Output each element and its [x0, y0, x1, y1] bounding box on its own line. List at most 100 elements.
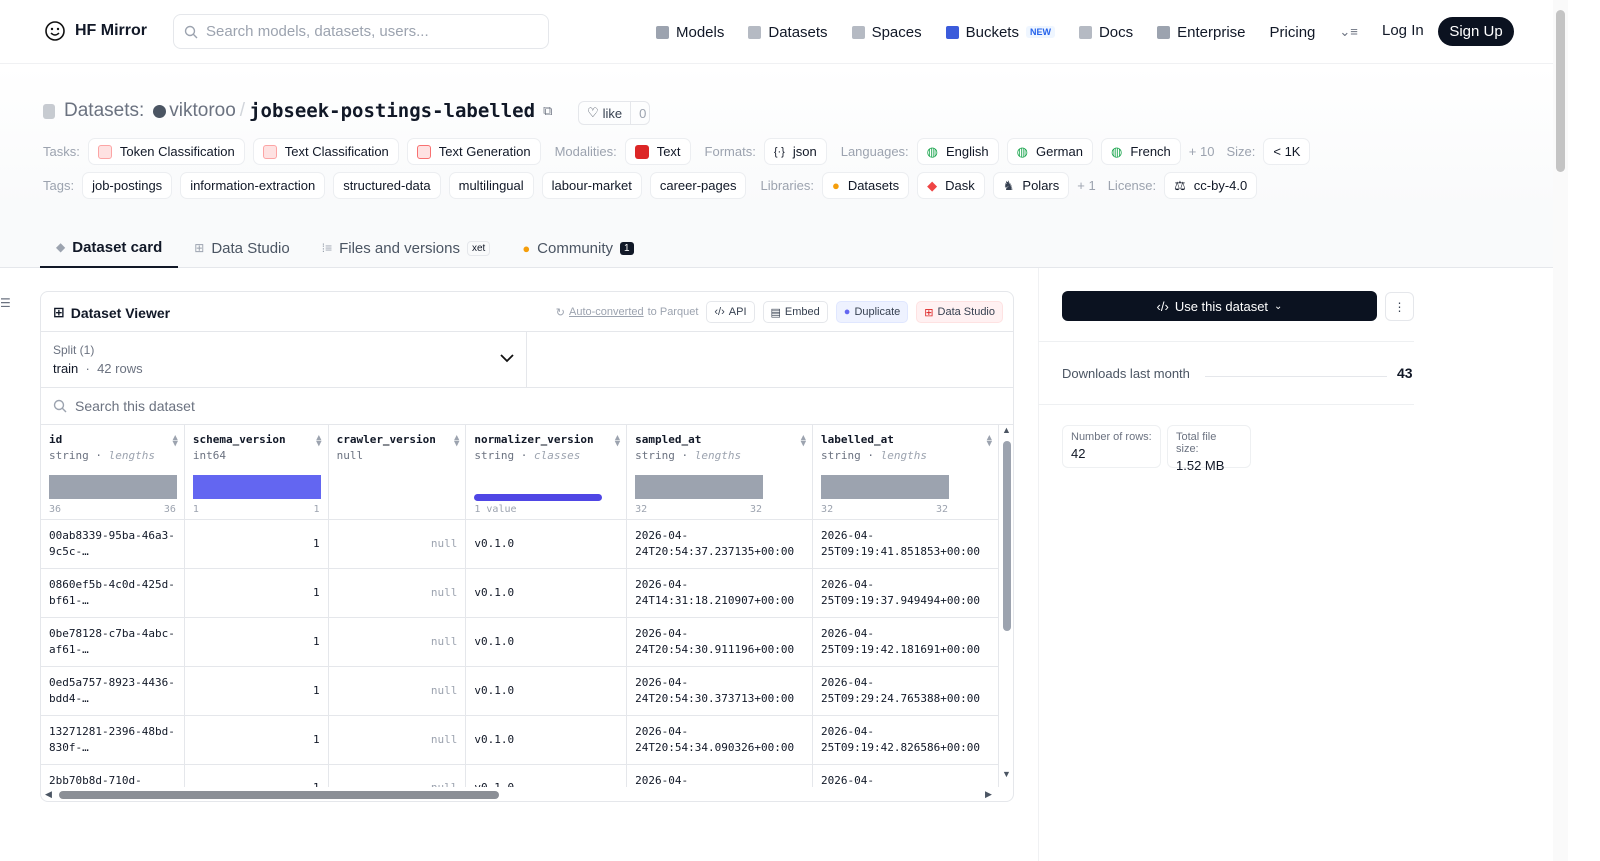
cell-sampled-at[interactable]: 2026-04-24T20:54:30.911196+00:00	[626, 617, 814, 667]
vertical-scroll-thumb[interactable]	[1003, 441, 1011, 631]
cell-normalizer-version[interactable]: v0.1.0	[465, 715, 628, 765]
languages-more[interactable]: + 10	[1189, 144, 1215, 159]
page-scrollbar[interactable]	[1553, 0, 1568, 861]
page-scroll-thumb[interactable]	[1556, 10, 1565, 172]
cell-sampled-at[interactable]: 2026-04-	[626, 764, 814, 787]
table-row[interactable]: 0860ef5b-4c0d-425d-bf61-… 1 null v0.1.0 …	[41, 568, 999, 618]
duplicate-button[interactable]: ● Duplicate	[835, 301, 909, 323]
library-chip[interactable]: ● Datasets	[821, 172, 910, 199]
cell-id[interactable]: 2bb70b8d-710d-	[41, 764, 185, 787]
column-header-sampled-at[interactable]: sampled_at string · lengths ▲ ▼ 32 32	[626, 425, 814, 520]
sort-icon[interactable]: ▲ ▼	[316, 434, 321, 449]
histogram-bar[interactable]	[635, 475, 764, 499]
cell-crawler-version[interactable]: null	[328, 617, 467, 667]
cell-schema-version[interactable]: 1	[184, 617, 329, 667]
cell-labelled-at[interactable]: 2026-04-25T09:19:42.826586+00:00	[812, 715, 999, 765]
language-chip[interactable]: ◍ French	[1100, 138, 1181, 165]
library-chip[interactable]: ♞ Polars	[992, 172, 1070, 199]
tab-dataset-card[interactable]: ◆ Dataset card	[40, 228, 179, 268]
nav-enterprise[interactable]: Enterprise	[1157, 20, 1246, 44]
column-header-id[interactable]: id string · lengths ▲ ▼ 36 36	[41, 425, 185, 520]
global-search[interactable]	[173, 14, 549, 49]
grid-horizontal-scrollbar[interactable]: ◀ ▶	[41, 787, 999, 801]
task-chip[interactable]: Token Classification	[87, 138, 245, 165]
scroll-down-icon[interactable]: ▼	[1002, 769, 1011, 779]
tag-chip[interactable]: multilingual	[448, 172, 534, 199]
cell-schema-version[interactable]: 1	[184, 764, 329, 787]
split-selector[interactable]: Split (1) train · 42 rows	[41, 332, 527, 388]
size-chip[interactable]: < 1K	[1263, 138, 1311, 165]
cell-labelled-at[interactable]: 2026-04-25T09:19:41.851853+00:00	[812, 519, 999, 569]
scroll-left-icon[interactable]: ◀	[45, 789, 52, 800]
nav-more-menu[interactable]: ⌄≡	[1339, 20, 1357, 44]
tag-chip[interactable]: job-postings	[82, 172, 173, 199]
cell-sampled-at[interactable]: 2026-04-24T20:54:34.090326+00:00	[626, 715, 814, 765]
tab-files[interactable]: ⁞≡ Files and versions xet	[306, 228, 507, 268]
format-chip[interactable]: {·} json	[763, 138, 827, 165]
nav-spaces[interactable]: Spaces	[851, 20, 922, 44]
cell-normalizer-version[interactable]: v0.1.0	[465, 666, 628, 716]
scroll-up-icon[interactable]: ▲	[1002, 425, 1011, 435]
column-header-labelled-at[interactable]: labelled_at string · lengths ▲ ▼ 32 32	[812, 425, 999, 520]
repo-owner[interactable]: viktoroo	[169, 100, 236, 122]
data-studio-button[interactable]: ⊞ Data Studio	[916, 301, 1003, 323]
use-dataset-button[interactable]: ‹/› Use this dataset ⌄	[1062, 291, 1377, 321]
license-chip[interactable]: ⚖ cc-by-4.0	[1164, 172, 1258, 199]
cell-sampled-at[interactable]: 2026-04-24T14:31:18.210907+00:00	[626, 568, 814, 618]
cell-labelled-at[interactable]: 2026-04-	[812, 764, 999, 787]
horizontal-scroll-thumb[interactable]	[59, 791, 499, 799]
cell-sampled-at[interactable]: 2026-04-24T20:54:30.373713+00:00	[626, 666, 814, 716]
language-chip[interactable]: ◍ German	[1006, 138, 1093, 165]
nav-docs[interactable]: Docs	[1078, 20, 1133, 44]
nav-buckets[interactable]: Buckets NEW	[945, 20, 1055, 44]
cell-schema-version[interactable]: 1	[184, 568, 329, 618]
cell-crawler-version[interactable]: null	[328, 666, 467, 716]
cell-labelled-at[interactable]: 2026-04-25T09:19:37.949494+00:00	[812, 568, 999, 618]
task-chip[interactable]: Text Classification	[252, 138, 399, 165]
dataset-search-input[interactable]	[75, 398, 875, 414]
table-row[interactable]: 00ab8339-95ba-46a3-9c5c-… 1 null v0.1.0 …	[41, 519, 999, 569]
sort-icon[interactable]: ▲ ▼	[615, 434, 620, 449]
embed-button[interactable]: ▤ Embed	[762, 301, 828, 323]
cell-normalizer-version[interactable]: v0.1.0	[465, 568, 628, 618]
cell-id[interactable]: 13271281-2396-48bd-830f-…	[41, 715, 185, 765]
cell-crawler-version[interactable]: null	[328, 715, 467, 765]
cell-id[interactable]: 00ab8339-95ba-46a3-9c5c-…	[41, 519, 185, 569]
table-row[interactable]: 0be78128-c7ba-4abc-af61-… 1 null v0.1.0 …	[41, 617, 999, 667]
dataset-search[interactable]	[41, 388, 1013, 425]
more-options-icon[interactable]: ⋮	[1385, 292, 1414, 321]
autoconverted-link[interactable]: Auto-converted	[569, 306, 644, 318]
tag-chip[interactable]: structured-data	[333, 172, 441, 199]
login-link[interactable]: Log In	[1382, 22, 1424, 39]
nav-pricing[interactable]: Pricing	[1270, 20, 1316, 44]
cell-labelled-at[interactable]: 2026-04-25T09:19:42.181691+00:00	[812, 617, 999, 667]
repo-name[interactable]: jobseek-postings-labelled	[249, 100, 535, 122]
table-row[interactable]: 2bb70b8d-710d- 1 null v0.1.0 2026-04- 20…	[41, 764, 999, 787]
copy-icon[interactable]: ⧉	[543, 103, 552, 119]
sort-icon[interactable]: ▲ ▼	[172, 434, 177, 449]
nav-datasets[interactable]: Datasets	[748, 20, 828, 44]
scroll-right-icon[interactable]: ▶	[985, 789, 992, 800]
brand-logo[interactable]: HF Mirror	[43, 19, 147, 43]
task-chip[interactable]: Text Generation	[406, 138, 541, 165]
tag-chip[interactable]: career-pages	[649, 172, 747, 199]
search-input[interactable]	[206, 23, 526, 40]
toc-toggle-icon[interactable]: ☰	[0, 296, 11, 310]
cell-normalizer-version[interactable]: v0.1.0	[465, 519, 628, 569]
tab-community[interactable]: ● Community 1	[506, 228, 649, 268]
column-header-schema-version[interactable]: schema_version int64 ▲ ▼ 1 1	[184, 425, 329, 520]
cell-id[interactable]: 0be78128-c7ba-4abc-af61-…	[41, 617, 185, 667]
cell-schema-version[interactable]: 1	[184, 666, 329, 716]
column-header-normalizer-version[interactable]: normalizer_version string · classes ▲ ▼ 1…	[465, 425, 628, 520]
cell-id[interactable]: 0ed5a757-8923-4436-bdd4-…	[41, 666, 185, 716]
table-row[interactable]: 0ed5a757-8923-4436-bdd4-… 1 null v0.1.0 …	[41, 666, 999, 716]
class-bar[interactable]	[474, 494, 603, 501]
histogram-bar[interactable]	[192, 475, 321, 499]
cell-sampled-at[interactable]: 2026-04-24T20:54:37.237135+00:00	[626, 519, 814, 569]
cell-schema-version[interactable]: 1	[184, 519, 329, 569]
cell-id[interactable]: 0860ef5b-4c0d-425d-bf61-…	[41, 568, 185, 618]
cell-normalizer-version[interactable]: v0.1.0	[465, 764, 628, 787]
signup-button[interactable]: Sign Up	[1438, 17, 1514, 46]
table-row[interactable]: 13271281-2396-48bd-830f-… 1 null v0.1.0 …	[41, 715, 999, 765]
cell-crawler-version[interactable]: null	[328, 568, 467, 618]
